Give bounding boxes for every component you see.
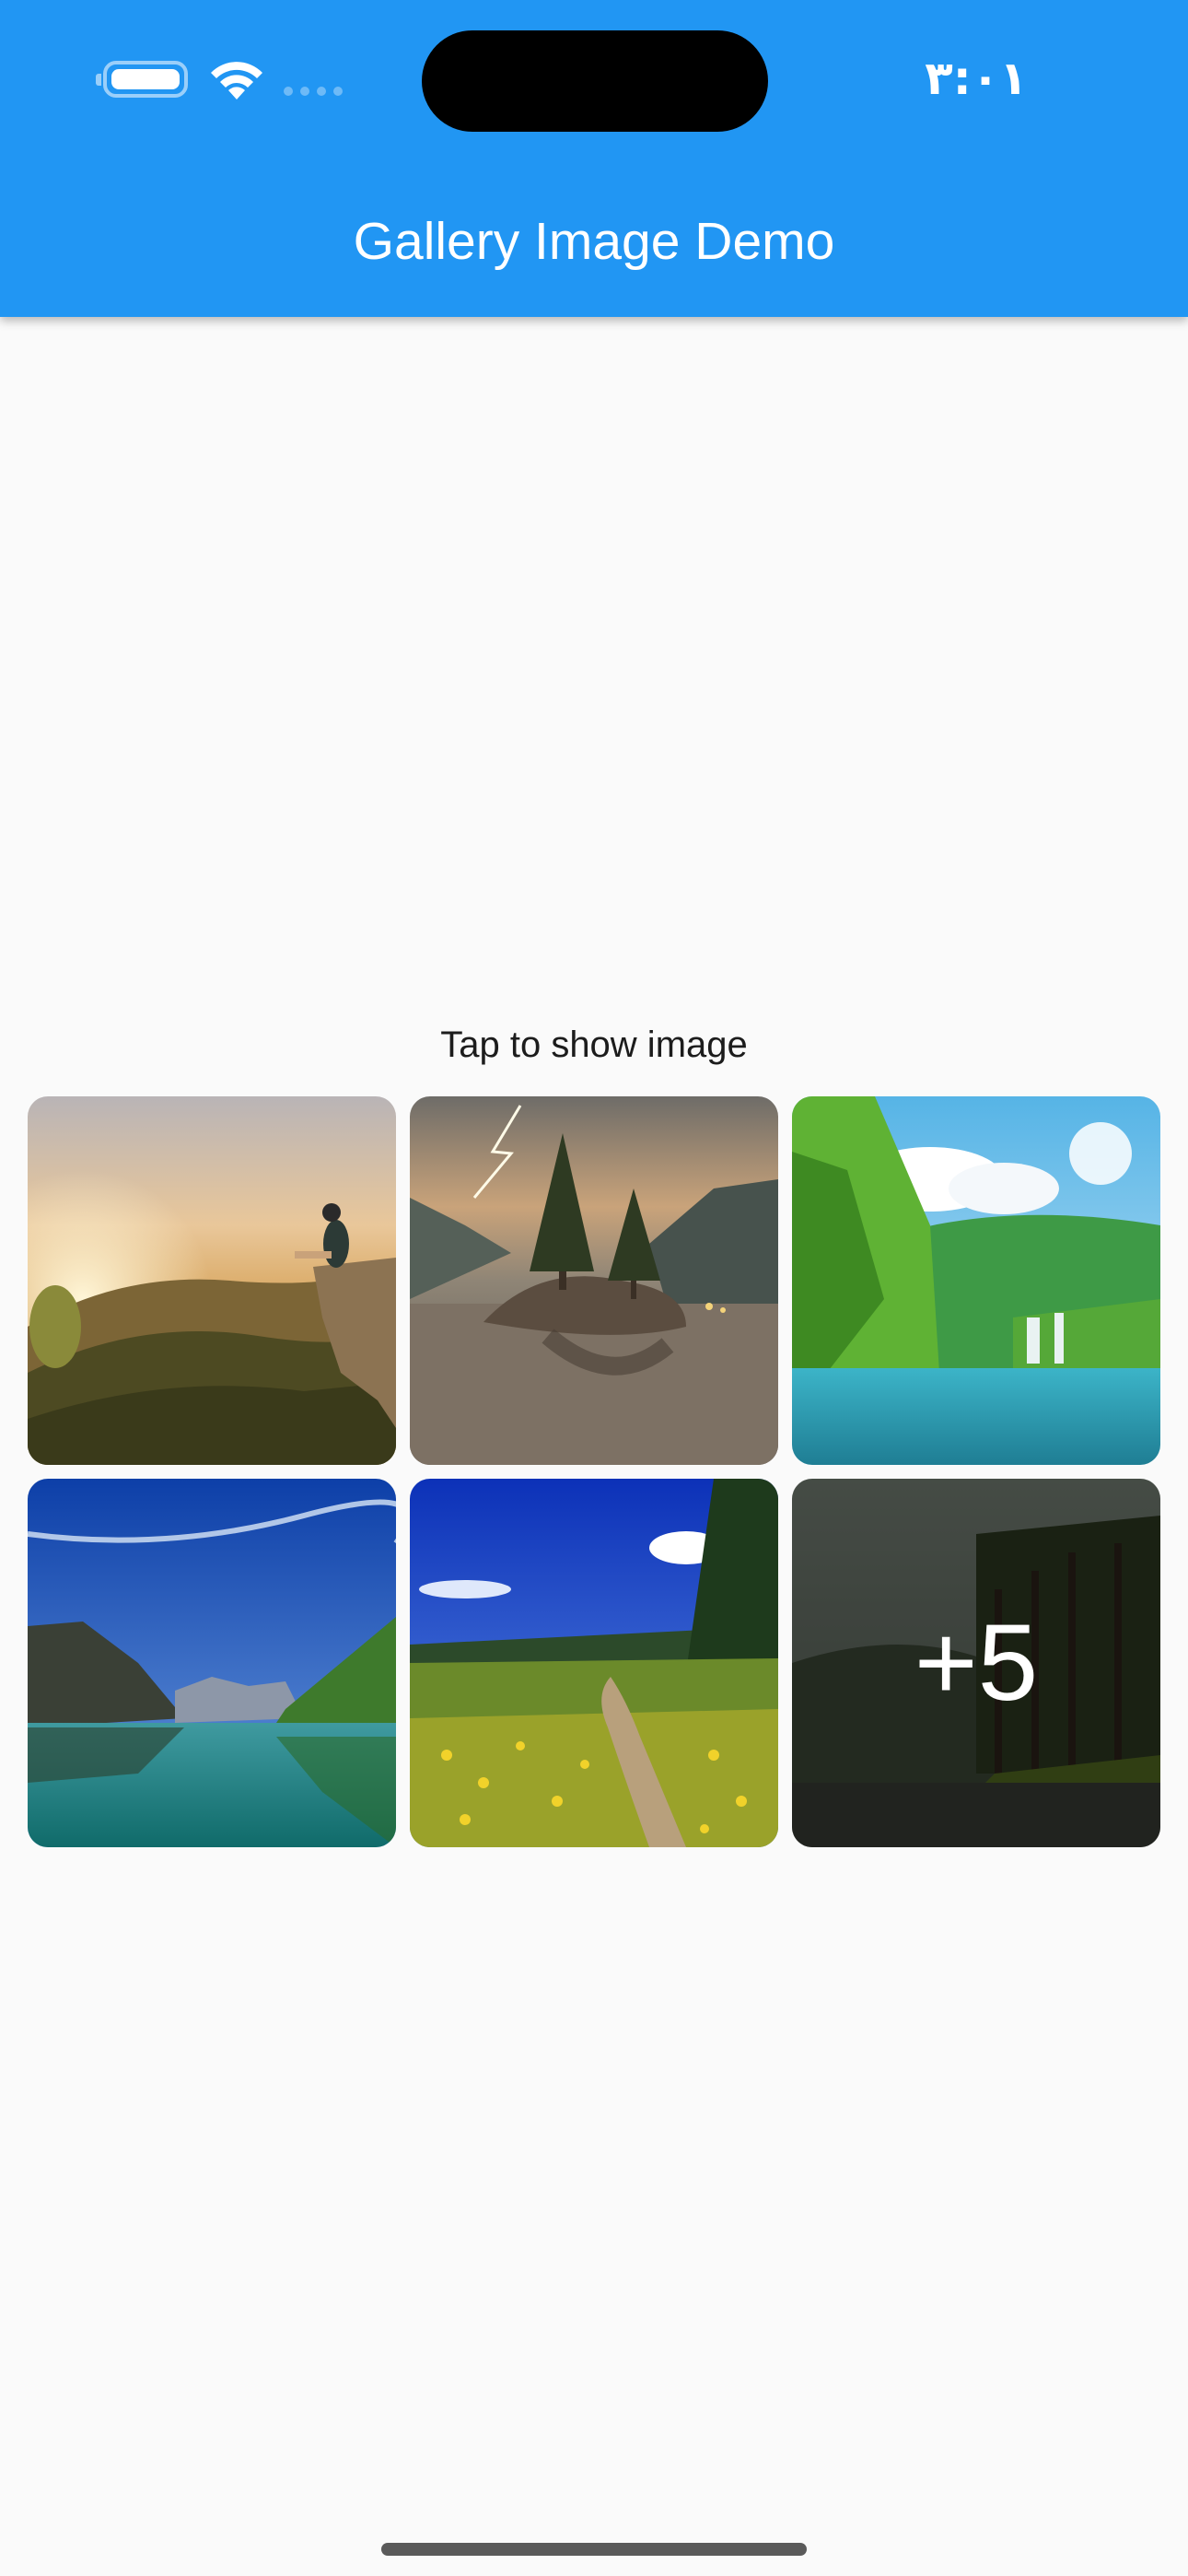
waterfall-lake-image	[792, 1096, 1160, 1465]
dynamic-island	[422, 30, 768, 132]
gallery-image-lightning-island[interactable]	[410, 1096, 778, 1465]
lightning-island-image	[410, 1096, 778, 1465]
app-bar: ٣:٠١ Gallery Image Demo	[0, 0, 1188, 317]
battery-icon	[96, 61, 188, 98]
gallery-image-sunset-cliff[interactable]	[28, 1096, 396, 1465]
gallery-image-flower-meadow-path[interactable]	[410, 1479, 778, 1847]
mountain-lake-image	[28, 1479, 396, 1847]
home-indicator[interactable]	[381, 2543, 807, 2556]
status-bar: ٣:٠١	[0, 0, 1188, 157]
flower-meadow-path-image	[410, 1479, 778, 1847]
status-time: ٣:٠١	[925, 52, 1028, 105]
cellular-signal-icon	[284, 87, 346, 100]
sunset-cliff-image	[28, 1096, 396, 1465]
gallery-more-images-tile[interactable]: +5	[792, 1479, 1160, 1847]
gallery-image-waterfall-lake[interactable]	[792, 1096, 1160, 1465]
gallery-hint: Tap to show image	[440, 1025, 748, 1065]
gallery-image-mountain-lake[interactable]	[28, 1479, 396, 1847]
page-title: Gallery Image Demo	[353, 212, 835, 271]
wifi-icon	[211, 62, 262, 100]
more-images-count: +5	[792, 1479, 1160, 1847]
